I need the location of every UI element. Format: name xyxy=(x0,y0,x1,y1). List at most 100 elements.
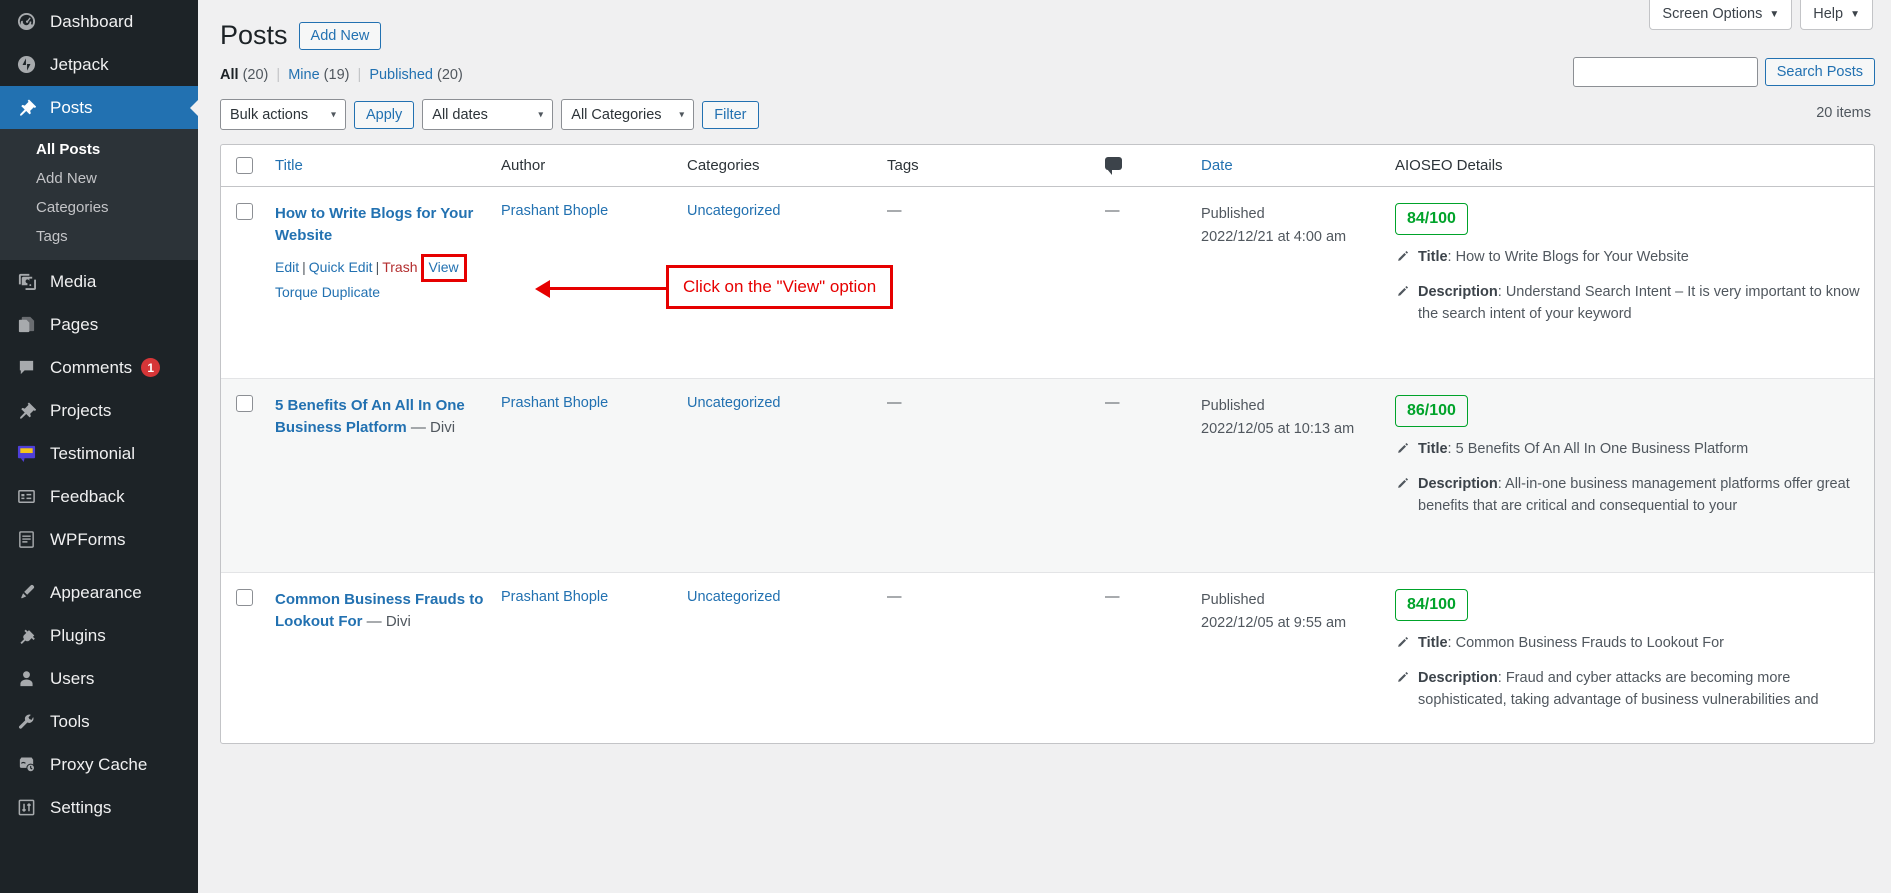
seo-title-label: Title xyxy=(1418,249,1448,266)
page-header: Posts Add New xyxy=(198,0,1891,53)
bulk-actions-value: Bulk actions xyxy=(230,106,309,123)
apply-button[interactable]: Apply xyxy=(354,100,415,129)
post-comments-cell: — xyxy=(1105,589,1120,606)
post-title-suffix: — Divi xyxy=(362,612,411,630)
sidebar-item-add-new[interactable]: Add New xyxy=(0,164,198,193)
chevron-down-icon: ▾ xyxy=(538,109,544,121)
sidebar-item-categories[interactable]: Categories xyxy=(0,193,198,222)
user-icon xyxy=(14,669,38,688)
sidebar-item-dashboard[interactable]: Dashboard xyxy=(0,0,198,43)
post-comments-cell: — xyxy=(1105,203,1120,220)
filter-button[interactable]: Filter xyxy=(702,100,759,129)
author-link[interactable]: Prashant Bhople xyxy=(501,589,608,605)
sidebar-item-label: WPForms xyxy=(50,529,126,549)
sidebar-item-wpforms[interactable]: WPForms xyxy=(0,518,198,561)
column-header-title[interactable]: Title xyxy=(267,157,493,174)
category-filter-value: All Categories xyxy=(571,106,662,123)
aioseo-details-cell: 84/100 Title: How to Write Blogs for You… xyxy=(1387,187,1874,378)
sidebar-item-users[interactable]: Users xyxy=(0,657,198,700)
seo-title-text: Title: How to Write Blogs for Your Websi… xyxy=(1418,249,1689,266)
sidebar-item-tools[interactable]: Tools xyxy=(0,700,198,743)
column-header-aioseo: AIOSEO Details xyxy=(1395,157,1503,175)
search-posts-button[interactable]: Search Posts xyxy=(1764,58,1875,86)
seo-description-label: Description xyxy=(1418,475,1498,492)
table-row: 5 Benefits Of An All In One Business Pla… xyxy=(221,379,1874,574)
submenu-label: Add New xyxy=(36,170,97,187)
seo-score-badge: 86/100 xyxy=(1395,395,1468,428)
category-link[interactable]: Uncategorized xyxy=(687,589,781,605)
post-tags-cell: — xyxy=(887,203,902,220)
post-title-link[interactable]: Common Business Frauds to Lookout For — … xyxy=(275,589,485,633)
pencil-icon xyxy=(1395,249,1411,271)
row-checkbox[interactable] xyxy=(235,203,253,221)
sidebar-item-label: Comments xyxy=(50,357,133,377)
category-link[interactable]: Uncategorized xyxy=(687,203,781,219)
pencil-icon xyxy=(1395,670,1411,712)
screen-options-button[interactable]: Screen Options ▼ xyxy=(1649,0,1793,30)
pin-icon xyxy=(14,401,38,420)
sidebar-item-projects[interactable]: Projects xyxy=(0,389,198,432)
sidebar-item-tags[interactable]: Tags xyxy=(0,222,198,251)
date-filter-select[interactable]: All dates ▾ xyxy=(422,99,554,131)
sidebar-item-feedback[interactable]: Feedback xyxy=(0,475,198,518)
row-checkbox[interactable] xyxy=(235,589,253,607)
page-scrollbar[interactable] xyxy=(1882,0,1891,893)
feedback-icon xyxy=(14,487,38,506)
row-actions: Edit | Quick Edit | Trash View Torque Duplica… xyxy=(275,253,485,304)
chevron-down-icon: ▾ xyxy=(679,109,685,121)
help-button[interactable]: Help ▼ xyxy=(1800,0,1873,30)
chevron-down-icon: ▾ xyxy=(330,109,336,121)
category-link[interactable]: Uncategorized xyxy=(687,395,781,411)
add-new-button[interactable]: Add New xyxy=(298,21,382,50)
submenu-label: Categories xyxy=(36,199,109,216)
sidebar-item-media[interactable]: Media xyxy=(0,260,198,303)
sidebar-item-proxy-cache[interactable]: Proxy Cache xyxy=(0,743,198,786)
sidebar-item-settings[interactable]: Settings xyxy=(0,786,198,829)
edit-link[interactable]: Edit xyxy=(275,259,299,275)
seo-title-line: Title: 5 Benefits Of An All In One Busin… xyxy=(1395,438,1862,463)
filter-mine-count: (19) xyxy=(323,67,350,84)
sidebar-item-posts[interactable]: Posts xyxy=(0,86,198,129)
sidebar-item-jetpack[interactable]: Jetpack xyxy=(0,43,198,86)
torque-duplicate-link[interactable]: Torque Duplicate xyxy=(275,284,380,300)
author-link[interactable]: Prashant Bhople xyxy=(501,203,608,219)
view-link[interactable]: View xyxy=(429,259,459,275)
view-link-highlight: View xyxy=(420,253,467,283)
comments-count-badge: 1 xyxy=(141,358,161,377)
sidebar-item-comments[interactable]: Comments 1 xyxy=(0,346,198,389)
column-header-date[interactable]: Date xyxy=(1193,157,1387,174)
seo-score-badge: 84/100 xyxy=(1395,589,1468,622)
sidebar-item-pages[interactable]: Pages xyxy=(0,303,198,346)
author-link[interactable]: Prashant Bhople xyxy=(501,395,608,411)
filter-published[interactable]: Published xyxy=(369,67,433,83)
sidebar-item-testimonial[interactable]: Testimonial xyxy=(0,432,198,475)
seo-title-line: Title: How to Write Blogs for Your Websi… xyxy=(1395,246,1862,271)
post-title-cell: 5 Benefits Of An All In One Business Pla… xyxy=(267,379,493,572)
trash-link[interactable]: Trash xyxy=(382,259,417,275)
post-date-value: 2022/12/21 at 4:00 am xyxy=(1201,229,1347,246)
post-title-link[interactable]: 5 Benefits Of An All In One Business Pla… xyxy=(275,395,485,439)
posts-submenu: All Posts Add New Categories Tags xyxy=(0,129,198,260)
row-select-cell xyxy=(221,573,267,743)
row-checkbox[interactable] xyxy=(235,395,253,413)
sidebar-item-label: Feedback xyxy=(50,486,125,506)
date-filter-value: All dates xyxy=(432,106,488,123)
column-header-tags: Tags xyxy=(887,157,919,175)
filter-mine[interactable]: Mine xyxy=(288,67,319,83)
category-filter-select[interactable]: All Categories ▾ xyxy=(561,99,695,131)
sidebar-item-plugins[interactable]: Plugins xyxy=(0,614,198,657)
seo-description-line: Description: Fraud and cyber attacks are… xyxy=(1395,667,1862,712)
bulk-actions-select[interactable]: Bulk actions ▾ xyxy=(220,99,346,131)
sidebar-item-appearance[interactable]: Appearance xyxy=(0,571,198,614)
post-title-link[interactable]: How to Write Blogs for Your Website xyxy=(275,203,485,247)
sidebar-item-all-posts[interactable]: All Posts xyxy=(0,135,198,164)
filter-all[interactable]: All xyxy=(220,67,239,83)
table-navigation-top: Bulk actions ▾ Apply All dates ▾ All Cat… xyxy=(198,83,1891,131)
select-all-checkbox[interactable] xyxy=(235,157,253,175)
sidebar-item-label: Projects xyxy=(50,400,112,420)
chevron-down-icon: ▼ xyxy=(1769,8,1780,20)
seo-description-text: Description: Fraud and cyber attacks are… xyxy=(1418,669,1819,709)
post-date-cell: Published 2022/12/21 at 4:00 am xyxy=(1193,187,1387,378)
main-content: Screen Options ▼ Help ▼ Posts Add New Al… xyxy=(198,0,1891,893)
quick-edit-link[interactable]: Quick Edit xyxy=(309,259,373,275)
